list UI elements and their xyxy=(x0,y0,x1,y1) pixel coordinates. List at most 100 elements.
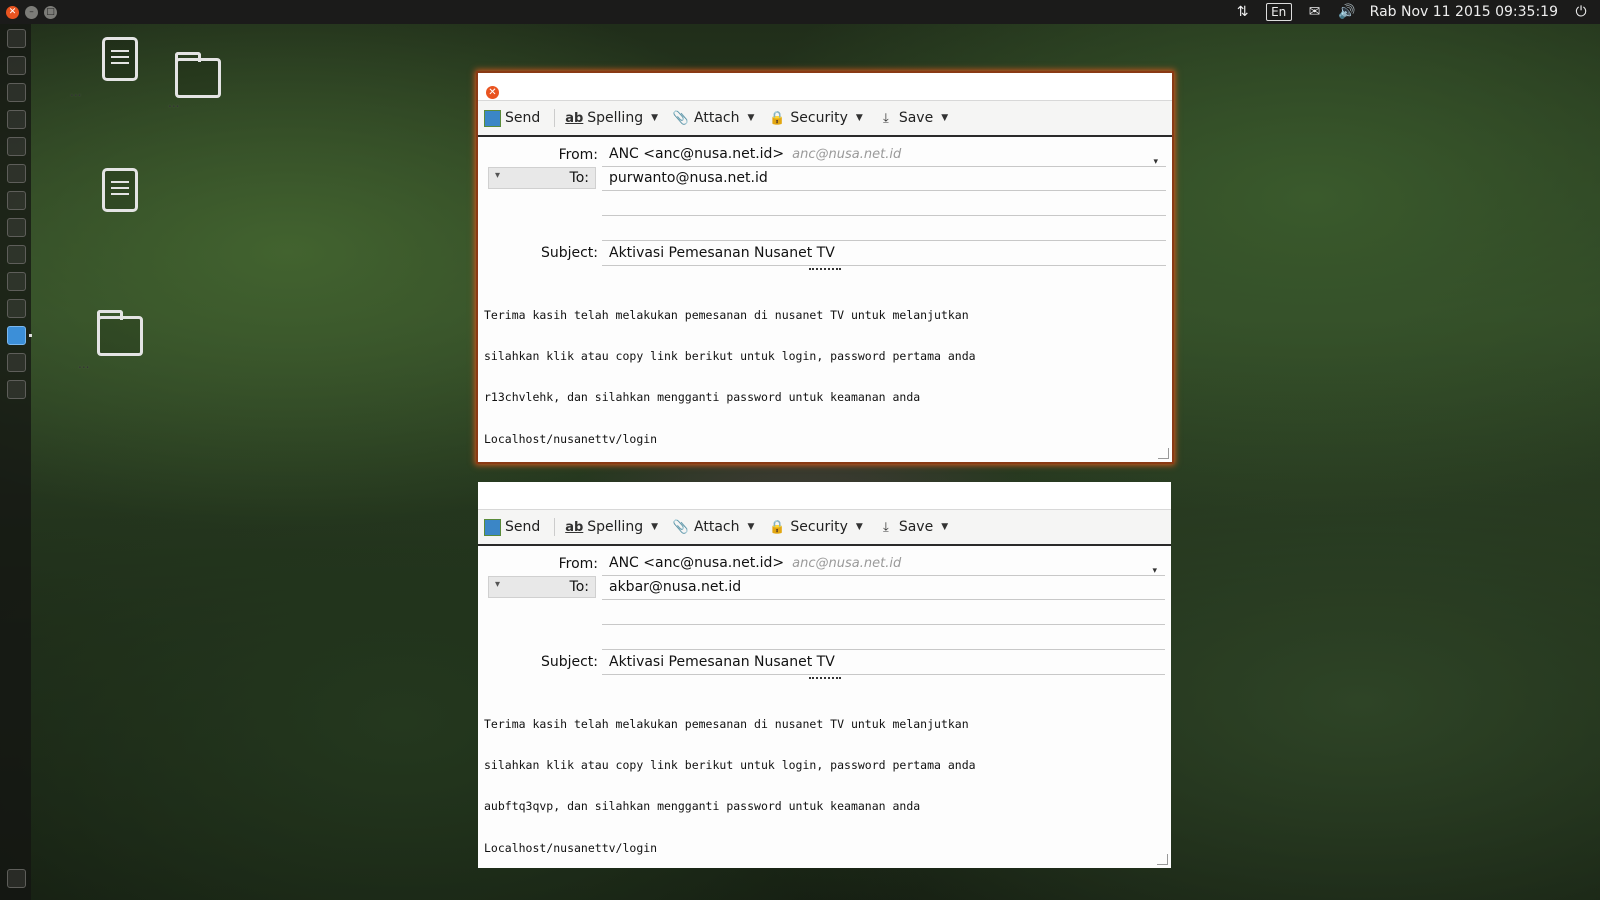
network-icon[interactable]: ⇅ xyxy=(1234,4,1252,20)
window-minimize-button[interactable]: – xyxy=(25,5,38,19)
launcher-app-icon[interactable] xyxy=(7,191,26,210)
window-title-bar[interactable]: ✕ xyxy=(478,73,1172,101)
spelling-icon: ab xyxy=(565,110,584,126)
to-field[interactable]: purwanto@nusa.net.id xyxy=(602,167,1166,191)
chevron-down-icon[interactable]: ▼ xyxy=(941,113,948,123)
desktop-icon-label: ... xyxy=(70,85,82,99)
desktop-folder-icon[interactable] xyxy=(97,310,143,356)
indicator-area: ⇅ En ✉ 🔊 Rab Nov 11 2015 09:35:19 ⏻ xyxy=(1234,3,1590,21)
launcher-thunderbird-icon[interactable] xyxy=(7,326,26,345)
recipient-field-empty[interactable] xyxy=(602,217,1166,241)
save-button[interactable]: ⤓ Save ▼ xyxy=(877,518,948,536)
subject-field[interactable]: Aktivasi Pemesanan Nusanet TV xyxy=(602,651,1165,675)
body-line: silahkan klik atau copy link berikut unt… xyxy=(484,757,976,772)
chevron-down-icon[interactable]: ▼ xyxy=(747,522,754,532)
window-maximize-button[interactable]: □ xyxy=(44,5,57,19)
resize-grip[interactable] xyxy=(1157,854,1168,865)
chevron-down-icon[interactable]: ▼ xyxy=(856,113,863,123)
desktop-icon-label: ... xyxy=(168,96,180,110)
recipient-field-empty[interactable] xyxy=(602,626,1165,650)
window-title-bar[interactable] xyxy=(478,482,1171,510)
splitter-grip[interactable] xyxy=(809,268,841,274)
attach-button[interactable]: 📎 Attach ▼ xyxy=(672,518,754,536)
body-line: Localhost/nusanettv/login xyxy=(484,431,658,446)
launcher-app-icon[interactable] xyxy=(7,218,26,237)
launcher-dash-icon[interactable] xyxy=(7,29,26,48)
desktop-folder-icon[interactable] xyxy=(175,52,221,98)
launcher-calc-icon[interactable] xyxy=(7,137,26,156)
recipient-field-empty[interactable] xyxy=(602,601,1165,625)
desktop-document-icon[interactable] xyxy=(102,37,138,81)
chevron-down-icon[interactable]: ▼ xyxy=(651,113,658,123)
lock-icon: 🔒 xyxy=(769,519,786,535)
session-icon[interactable]: ⏻ xyxy=(1572,4,1590,20)
language-indicator[interactable]: En xyxy=(1265,3,1292,21)
desktop-icon-label: ... xyxy=(78,357,90,371)
message-headers: From: ANC <anc@nusa.net.id> anc@nusa.net.… xyxy=(478,546,1171,679)
launcher-files-icon[interactable] xyxy=(7,56,26,75)
launcher-store-icon[interactable] xyxy=(7,245,26,264)
recipient-field-empty[interactable] xyxy=(602,192,1166,216)
toolbar-separator xyxy=(554,518,556,536)
compose-window: ✕ Send ab Spelling ▼ 📎 Attach ▼ 🔒 Securi… xyxy=(478,73,1172,462)
launcher xyxy=(0,24,32,900)
recipient-type-selector[interactable]: ▾ To: xyxy=(488,576,596,598)
download-icon: ⤓ xyxy=(882,110,889,126)
launcher-trash-icon[interactable] xyxy=(7,869,26,888)
desktop-document-icon[interactable] xyxy=(102,168,138,212)
document-icon xyxy=(102,168,138,212)
lock-icon: 🔒 xyxy=(769,110,786,126)
send-button[interactable]: Send xyxy=(484,109,540,127)
volume-icon[interactable]: 🔊 xyxy=(1338,4,1356,20)
compose-toolbar: Send ab Spelling ▼ 📎 Attach ▼ 🔒 Security… xyxy=(478,101,1172,137)
mail-icon[interactable]: ✉ xyxy=(1306,4,1324,20)
chevron-down-icon[interactable]: ▼ xyxy=(941,522,948,532)
document-icon xyxy=(102,37,138,81)
to-field[interactable]: akbar@nusa.net.id xyxy=(602,576,1165,600)
body-line: Terima kasih telah melakukan pemesanan d… xyxy=(484,307,969,322)
message-body[interactable]: Terima kasih telah melakukan pemesanan d… xyxy=(484,690,1165,883)
spelling-button[interactable]: ab Spelling ▼ xyxy=(565,518,658,536)
subject-field[interactable]: Aktivasi Pemesanan Nusanet TV xyxy=(602,242,1166,266)
body-line: silahkan klik atau copy link berikut unt… xyxy=(484,348,976,363)
from-label: From: xyxy=(558,556,598,572)
window-close-button[interactable]: ✕ xyxy=(6,5,19,19)
top-panel: ✕ – □ ⇅ En ✉ 🔊 Rab Nov 11 2015 09:35:19 … xyxy=(0,0,1600,24)
recipient-type-selector[interactable]: ▾ To: xyxy=(488,167,596,189)
resize-grip[interactable] xyxy=(1158,448,1169,459)
splitter-grip[interactable] xyxy=(808,677,841,683)
send-icon xyxy=(484,109,501,127)
dropdown-icon: ▾ xyxy=(495,579,501,590)
security-button[interactable]: 🔒 Security ▼ xyxy=(768,109,863,127)
launcher-settings-icon[interactable] xyxy=(7,299,26,318)
launcher-writer-icon[interactable] xyxy=(7,110,26,129)
body-line: Localhost/nusanettv/login xyxy=(484,840,658,855)
launcher-impress-icon[interactable] xyxy=(7,164,26,183)
launcher-app-icon[interactable] xyxy=(7,353,26,372)
folder-icon xyxy=(97,310,143,356)
message-headers: From: ANC <anc@nusa.net.id> anc@nusa.net.… xyxy=(478,137,1172,270)
chevron-down-icon[interactable]: ▼ xyxy=(856,522,863,532)
compose-window: Send ab Spelling ▼ 📎 Attach ▼ 🔒 Security… xyxy=(478,482,1171,868)
chevron-down-icon[interactable]: ▼ xyxy=(651,522,658,532)
launcher-amazon-icon[interactable] xyxy=(7,272,26,291)
body-line: Terima kasih telah melakukan pemesanan d… xyxy=(484,716,969,731)
send-button[interactable]: Send xyxy=(484,518,540,536)
close-icon[interactable]: ✕ xyxy=(486,86,499,99)
from-field[interactable]: ANC <anc@nusa.net.id> anc@nusa.net.id ▾ xyxy=(602,143,1166,167)
launcher-app-icon[interactable] xyxy=(7,380,26,399)
clock[interactable]: Rab Nov 11 2015 09:35:19 xyxy=(1370,4,1558,20)
message-body[interactable]: Terima kasih telah melakukan pemesanan d… xyxy=(484,281,1166,474)
launcher-browser-icon[interactable] xyxy=(7,83,26,102)
security-button[interactable]: 🔒 Security ▼ xyxy=(768,518,863,536)
save-button[interactable]: ⤓ Save ▼ xyxy=(877,109,948,127)
spelling-button[interactable]: ab Spelling ▼ xyxy=(565,109,658,127)
dropdown-icon: ▾ xyxy=(495,170,501,181)
from-label: From: xyxy=(558,147,598,163)
chevron-down-icon[interactable]: ▼ xyxy=(747,113,754,123)
subject-label: Subject: xyxy=(540,654,598,670)
toolbar-separator xyxy=(554,109,556,127)
from-field[interactable]: ANC <anc@nusa.net.id> anc@nusa.net.id ▾ xyxy=(602,552,1165,576)
attach-button[interactable]: 📎 Attach ▼ xyxy=(672,109,754,127)
body-line: r13chvlehk, dan silahkan mengganti passw… xyxy=(484,390,921,405)
